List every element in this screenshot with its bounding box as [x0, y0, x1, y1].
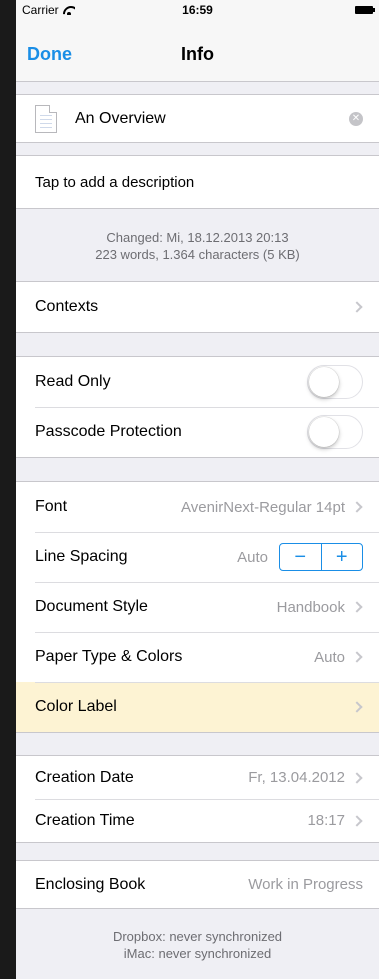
creation-time-label: Creation Time	[35, 811, 135, 829]
color-label-label: Color Label	[35, 698, 117, 715]
chevron-right-icon	[351, 651, 363, 663]
document-stats: Changed: Mi, 18.12.2013 20:13 223 words,…	[16, 229, 379, 263]
chevron-right-icon	[351, 701, 363, 713]
status-bar: Carrier 16:59	[16, 0, 379, 20]
dropbox-sync: Dropbox: never synchronized	[112, 929, 283, 944]
dates-group: Creation Date Fr, 13.04.2012 Creation Ti…	[16, 755, 379, 843]
contexts-label: Contexts	[35, 298, 99, 315]
style-group: Font AvenirNext-Regular 14pt Line Spacin…	[16, 481, 379, 733]
read-only-row: Read Only	[16, 357, 379, 407]
paper-type-row[interactable]: Paper Type & Colors Auto	[16, 632, 379, 682]
contexts-row[interactable]: Contexts	[16, 282, 379, 332]
creation-time-value: 18:17	[307, 812, 345, 829]
line-spacing-label: Line Spacing	[35, 548, 128, 565]
color-label-row[interactable]: Color Label	[16, 682, 379, 732]
document-name-row[interactable]: An Overview ✕	[16, 95, 379, 142]
document-name-group: An Overview ✕	[16, 94, 379, 143]
enclosing-book-value: Work in Progress	[248, 876, 363, 893]
changed-date: Changed: Mi, 18.12.2013 20:13	[106, 230, 289, 245]
chevron-right-icon	[351, 771, 363, 784]
creation-time-row[interactable]: Creation Time 18:17	[16, 799, 379, 842]
word-count: 223 words, 1.364 characters (5 KB)	[95, 247, 300, 262]
contexts-group: Contexts	[16, 281, 379, 333]
enclosing-book-label: Enclosing Book	[35, 875, 146, 893]
chevron-right-icon	[351, 814, 363, 827]
imac-sync: iMac: never synchronized	[123, 946, 272, 961]
document-style-value: Handbook	[276, 598, 345, 616]
font-row[interactable]: Font AvenirNext-Regular 14pt	[16, 482, 379, 532]
book-group: Enclosing Book Work in Progress	[16, 860, 379, 909]
paper-type-label: Paper Type & Colors	[35, 648, 183, 665]
navigation-bar: Done Info	[16, 20, 379, 82]
sync-status: Dropbox: never synchronized iMac: never …	[16, 928, 379, 962]
document-icon	[35, 104, 57, 133]
passcode-toggle[interactable]	[307, 415, 363, 449]
passcode-row: Passcode Protection	[16, 407, 379, 457]
enclosing-book-row[interactable]: Enclosing Book Work in Progress	[16, 861, 379, 908]
description-group: Tap to add a description	[16, 155, 379, 209]
info-screen: Carrier 16:59 Done Info An Overview ✕ Ta…	[16, 0, 379, 979]
description-row[interactable]: Tap to add a description	[16, 156, 379, 208]
clear-icon[interactable]: ✕	[349, 111, 363, 126]
paper-type-value: Auto	[314, 648, 345, 666]
creation-date-row[interactable]: Creation Date Fr, 13.04.2012	[16, 756, 379, 799]
battery-icon	[355, 6, 375, 14]
line-spacing-row: Line Spacing Auto − +	[16, 532, 379, 582]
chevron-right-icon	[351, 501, 363, 513]
font-label: Font	[35, 498, 68, 515]
increase-button[interactable]: +	[320, 544, 363, 570]
passcode-label: Passcode Protection	[35, 423, 182, 440]
decrease-button[interactable]: −	[280, 544, 321, 570]
creation-date-value: Fr, 13.04.2012	[248, 769, 345, 786]
creation-date-label: Creation Date	[35, 768, 134, 786]
line-spacing-stepper: − +	[279, 543, 363, 571]
chevron-right-icon	[351, 301, 363, 313]
status-time: 16:59	[182, 3, 213, 17]
page-title: Info	[181, 44, 214, 64]
protection-group: Read Only Passcode Protection	[16, 356, 379, 458]
chevron-right-icon	[351, 601, 363, 613]
font-value: AvenirNext-Regular 14pt	[181, 498, 345, 516]
description-field[interactable]: Tap to add a description	[35, 174, 363, 191]
line-spacing-value: Auto	[237, 548, 268, 566]
document-style-row[interactable]: Document Style Handbook	[16, 582, 379, 632]
read-only-toggle[interactable]	[307, 365, 363, 399]
document-style-label: Document Style	[35, 598, 148, 615]
read-only-label: Read Only	[35, 373, 111, 390]
document-name-field[interactable]: An Overview	[75, 110, 349, 128]
